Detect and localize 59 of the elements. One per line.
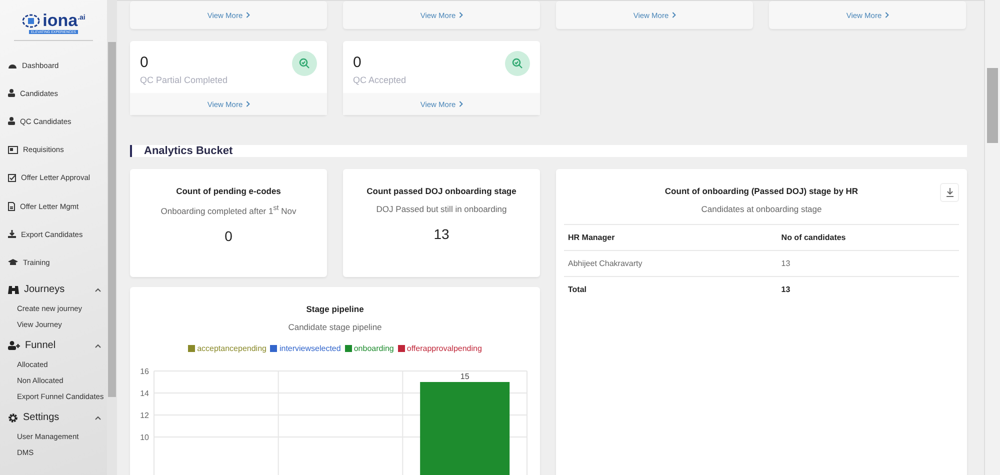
search-check-icon [505,51,530,76]
id-card-icon [8,146,18,154]
caret-icon[interactable] [95,416,101,420]
person-icon [8,89,15,98]
chevron-right-icon[interactable] [458,101,463,107]
card-title: Count of pending e-codes [176,186,281,196]
logo-wordmark: iona$^{.ai}$ [42,12,86,29]
person-icon [8,117,15,126]
count-value: 0 [353,54,362,71]
bar-value-label: 15 [460,372,470,381]
checkbox-icon [8,174,16,182]
table-cell: 13 [777,276,959,302]
chevron-right-icon[interactable] [246,12,250,18]
table-cell: Total [564,276,778,302]
table-cell: 13 [777,250,959,276]
card-title: Count passed DOJ onboarding stage [366,186,516,196]
sidebar-section[interactable]: Journeys [24,284,90,295]
count-value: 13 [434,226,450,242]
count-value: 0 [140,54,150,71]
legend-label[interactable]: acceptancepending [197,344,266,353]
chevron-right-icon[interactable] [672,12,676,18]
sidebar-section[interactable]: Funnel [25,340,90,351]
document-icon [8,202,15,211]
chevron-right-icon[interactable] [458,12,463,18]
chart-title: Stage pipeline [306,304,364,314]
section-header: Analytics Bucket [130,145,967,157]
legend-label[interactable]: interviewselected [279,344,341,353]
search-check-icon [292,51,317,76]
legend-label[interactable]: offerapprovalpending [406,344,482,353]
download-icon [8,230,16,238]
card-label: QC Partial Completed [140,75,228,85]
legend-label[interactable]: onboarding [354,344,394,353]
card-subtitle: Candidates at onboarding stage [701,204,822,214]
settings-icon [8,412,18,422]
chevron-right-icon[interactable] [884,12,889,18]
sidebar-section[interactable]: Settings [23,412,90,423]
y-tick-label: 14 [140,389,149,398]
table-cell: Abhijeet Chakravarty [564,250,778,276]
chart-subtitle: Candidate stage pipeline [288,322,382,332]
caret-icon[interactable] [95,344,101,348]
y-tick-label: 12 [140,411,149,420]
y-tick-label: 10 [140,433,149,442]
user-add-icon [8,341,20,350]
card-subtitle: DOJ Passed but still in onboarding [376,204,507,214]
column-header: No of candidates [777,224,959,250]
card-label: QC Accepted [353,75,406,85]
y-tick-label: 16 [140,367,149,376]
chevron-right-icon[interactable] [246,101,250,107]
caret-icon[interactable] [95,288,101,292]
download-button[interactable] [940,183,959,202]
card-subtitle: Onboarding completed after 1$^{st}$ Nov [160,204,296,216]
scrollbar-thumb[interactable] [987,68,998,143]
column-header: HR Manager [564,224,778,250]
count-value: 0 [224,228,232,244]
scrollbar-thumb[interactable] [108,42,116,397]
download-icon [946,188,954,197]
card-title: Count of onboarding (Passed DOJ) stage by HR [664,186,858,196]
graduation-cap-icon [8,258,18,266]
binoculars-icon [8,285,19,294]
